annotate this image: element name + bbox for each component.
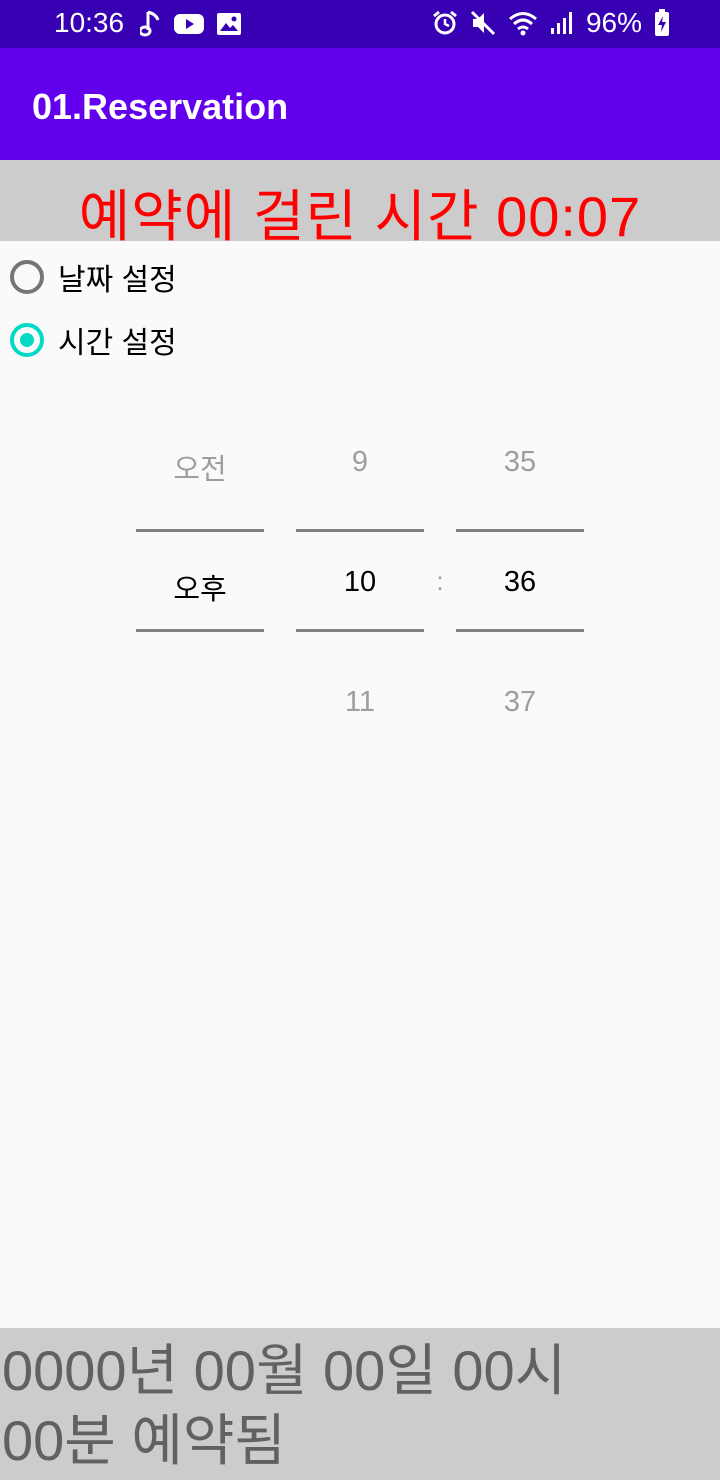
minute-divider-top [456,529,584,532]
radio-button-date[interactable] [10,260,44,294]
hour-divider-bottom [296,629,424,632]
alarm-icon [432,10,458,36]
radio-date-label: 날짜 설정 [58,264,177,297]
minute-picker[interactable]: 35 36 37 [456,400,584,740]
ampm-current[interactable]: 오후 [136,566,264,608]
status-left-icons [140,10,242,38]
image-icon [216,12,242,36]
status-bar: 10:36 96% [0,0,720,48]
youtube-icon [174,12,204,36]
time-separator: : [436,566,444,596]
ampm-divider-bottom [136,629,264,632]
reservation-result-panel: 0000년 00월 00일 00시 00분 예약됨 [0,1328,720,1480]
hour-picker[interactable]: 9 10 11 [296,400,424,740]
radio-time-setting[interactable]: 시간 설정 [10,318,177,362]
hour-next[interactable]: 11 [296,686,424,719]
minute-next[interactable]: 37 [456,686,584,719]
ampm-divider-top [136,529,264,532]
app-bar: 01.Reservation [0,48,720,160]
app-title: 01.Reservation [32,86,289,127]
elapsed-time-banner: 예약에 걸린 시간 00:07 [0,160,720,248]
mute-icon [470,10,496,36]
status-right: 96% [432,7,670,39]
minute-divider-bottom [456,629,584,632]
status-time: 10:36 [54,7,125,38]
radio-button-time[interactable] [10,323,44,357]
hour-prev[interactable]: 9 [296,446,424,479]
ampm-prev[interactable]: 오전 [136,446,264,488]
reservation-result-text: 0000년 00월 00일 00시 00분 예약됨 [2,1339,567,1472]
signal-icon [550,11,574,35]
minute-prev[interactable]: 35 [456,446,584,479]
hour-current[interactable]: 10 [296,566,424,599]
radio-date-setting[interactable]: 날짜 설정 [10,255,177,299]
minute-current[interactable]: 36 [456,566,584,599]
music-note-icon [140,10,162,38]
hour-divider-top [296,529,424,532]
ampm-picker[interactable]: 오전 오후 [136,400,264,740]
battery-percent: 96% [585,7,642,38]
elapsed-time-text: 예약에 걸린 시간 00:07 [78,185,642,248]
wifi-icon [508,10,538,36]
battery-charging-icon [654,9,670,37]
radio-time-label: 시간 설정 [58,327,177,360]
